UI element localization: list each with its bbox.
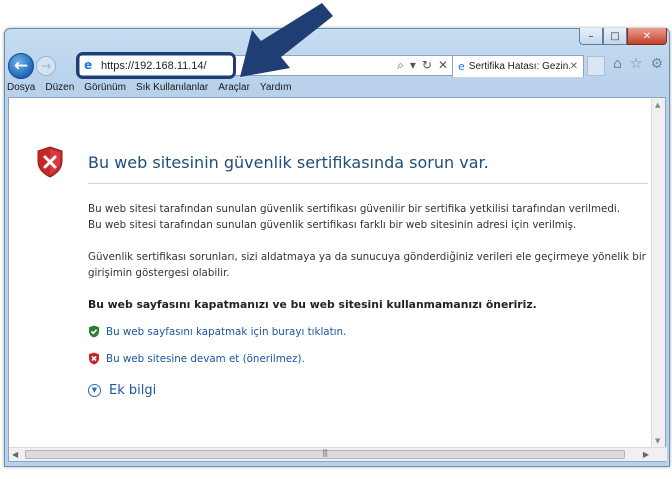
callout-arrow-icon [240, 3, 333, 77]
